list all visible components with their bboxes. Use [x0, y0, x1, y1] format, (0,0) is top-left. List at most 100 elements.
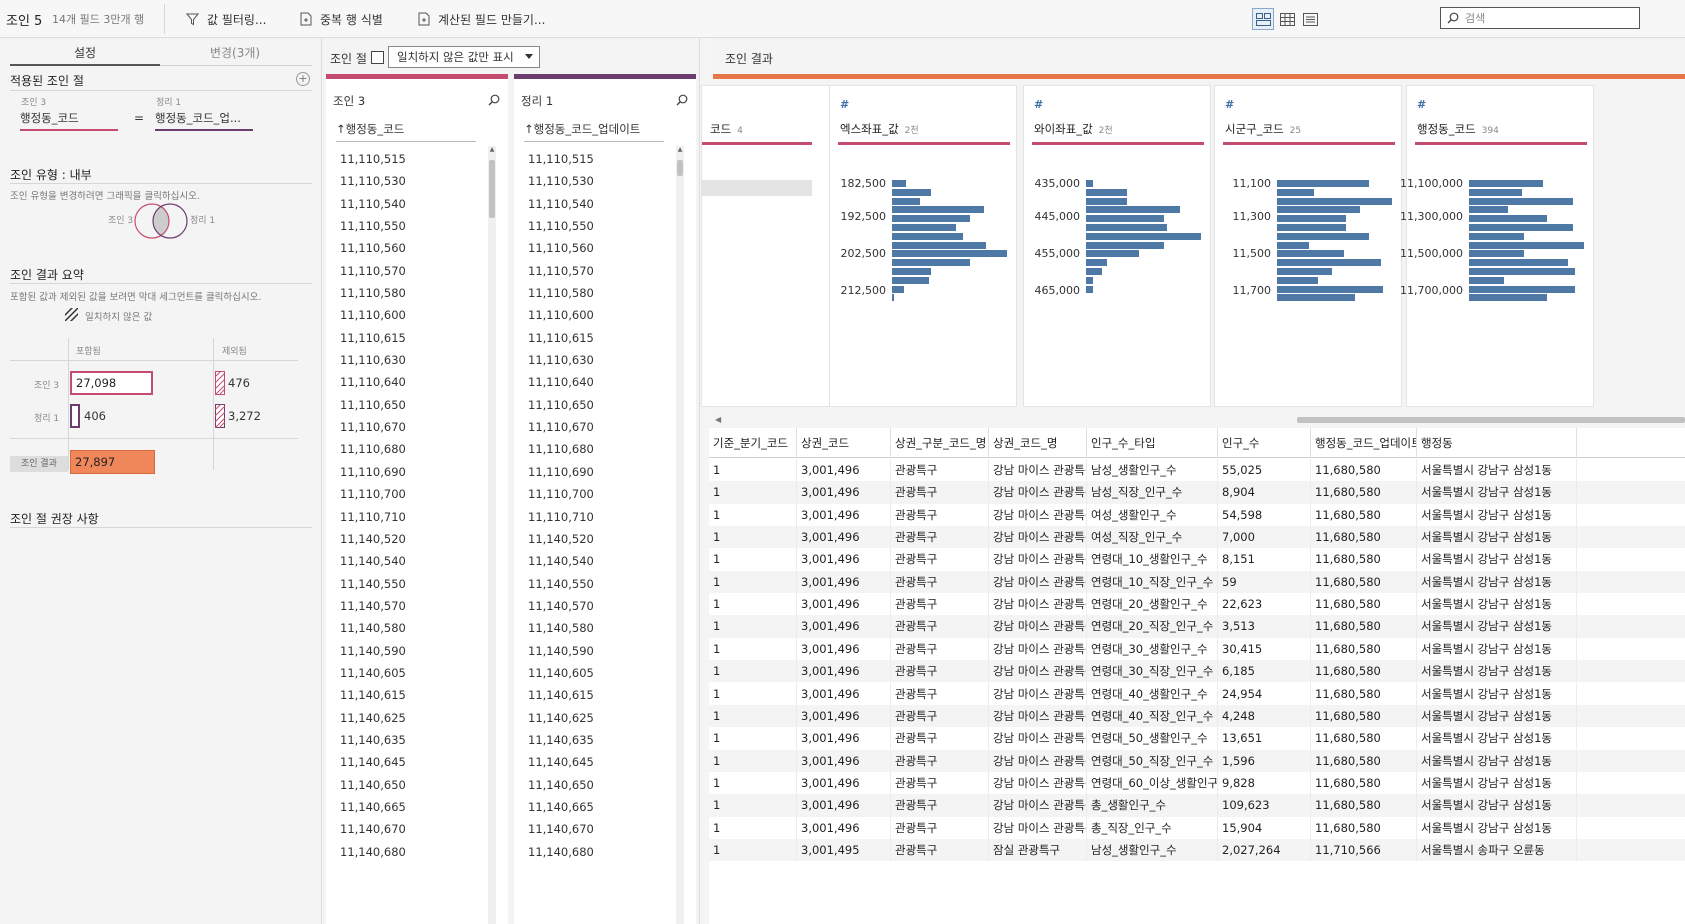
histogram-bar[interactable] — [1469, 215, 1548, 223]
table-cell[interactable]: 11,680,580 — [1311, 593, 1417, 616]
list-item[interactable]: 11,110,600 — [528, 304, 594, 326]
table-cell[interactable]: 서울특별시 강남구 삼성1동 — [1417, 503, 1577, 526]
table-row[interactable]: 1 3,001,496 관광특구 강남 마이스 관광특구 총_생활인구_수 109,623… — [709, 794, 1685, 817]
list-item[interactable]: 11,140,650 — [340, 774, 406, 796]
histogram-bar[interactable] — [892, 224, 957, 231]
search-icon[interactable] — [488, 94, 500, 106]
histogram-bar[interactable] — [1277, 232, 1369, 240]
table-cell[interactable]: 1 — [709, 771, 797, 794]
histogram-bar[interactable] — [1086, 232, 1201, 240]
list-item[interactable]: 11,110,515 — [340, 148, 406, 170]
table-cell[interactable]: 서울특별시 강남구 삼성1동 — [1417, 570, 1577, 593]
table-cell[interactable]: 11,680,580 — [1311, 749, 1417, 772]
histogram-bar[interactable] — [1277, 224, 1346, 231]
table-cell[interactable]: 1 — [709, 570, 797, 593]
list-item[interactable]: 11,110,690 — [528, 461, 594, 483]
list-item[interactable]: 11,110,630 — [528, 349, 594, 371]
table-cell[interactable]: 3,001,496 — [797, 481, 891, 504]
histogram-bar[interactable] — [1469, 180, 1543, 187]
list-item[interactable]: 11,110,710 — [528, 506, 594, 528]
table-cell[interactable]: 3,001,496 — [797, 503, 891, 526]
list-item[interactable]: 11,110,670 — [528, 416, 594, 438]
column-header[interactable]: 인구_수 — [1218, 428, 1311, 458]
table-row[interactable]: 1 3,001,496 관광특구 강남 마이스 관광특구 여성_직장_인구_수 7,000… — [709, 526, 1685, 549]
table-cell[interactable]: 11,680,580 — [1311, 481, 1417, 504]
list-item[interactable]: 11,110,530 — [528, 170, 594, 192]
histogram-bar[interactable] — [1277, 285, 1383, 293]
histogram-bar[interactable] — [1277, 188, 1314, 196]
table-cell[interactable]: 11,680,580 — [1311, 570, 1417, 593]
list-item[interactable]: 11,140,580 — [340, 617, 406, 639]
table-cell[interactable]: 서울특별시 강남구 삼성1동 — [1417, 481, 1577, 504]
list-item[interactable]: 11,140,520 — [340, 528, 406, 550]
profile-value-bar[interactable] — [702, 180, 812, 196]
list-item[interactable]: 11,140,645 — [340, 751, 406, 773]
table-cell[interactable]: 서울특별시 강남구 삼성1동 — [1417, 526, 1577, 549]
table-cell[interactable]: 강남 마이스 관광특구 — [989, 771, 1087, 794]
list-item[interactable]: 11,110,550 — [528, 215, 594, 237]
histogram-bar[interactable] — [1277, 206, 1360, 214]
table-cell[interactable]: 8,151 — [1218, 548, 1311, 571]
list-item[interactable]: 11,140,590 — [528, 640, 594, 662]
table-cell[interactable]: 1 — [709, 526, 797, 549]
show-unmatched-checkbox[interactable] — [371, 51, 384, 64]
table-cell[interactable]: 1 — [709, 794, 797, 817]
table-cell[interactable]: 3,001,496 — [797, 794, 891, 817]
list-item[interactable]: 11,140,570 — [528, 595, 594, 617]
table-cell[interactable]: 4,248 — [1218, 704, 1311, 727]
histogram-bar[interactable] — [1277, 215, 1346, 223]
table-cell[interactable]: 관광특구 — [891, 548, 989, 571]
table-cell[interactable]: 강남 마이스 관광특구 — [989, 615, 1087, 638]
list-item[interactable]: 11,140,635 — [340, 729, 406, 751]
table-cell[interactable]: 서울특별시 강남구 삼성1동 — [1417, 771, 1577, 794]
list-item[interactable]: 11,110,650 — [528, 394, 594, 416]
table-cell[interactable]: 11,680,580 — [1311, 816, 1417, 839]
table-cell[interactable]: 강남 마이스 관광특구 — [989, 481, 1087, 504]
table-cell[interactable]: 11,710,566 — [1311, 838, 1417, 861]
table-cell[interactable]: 관광특구 — [891, 816, 989, 839]
histogram-bar[interactable] — [1469, 224, 1573, 231]
table-cell[interactable]: 강남 마이스 관광특구 — [989, 816, 1087, 839]
table-cell[interactable]: 서울특별시 강남구 삼성1동 — [1417, 704, 1577, 727]
table-cell[interactable]: 강남 마이스 관광특구 — [989, 503, 1087, 526]
table-cell[interactable]: 1 — [709, 682, 797, 705]
table-cell[interactable]: 9,828 — [1218, 771, 1311, 794]
table-cell[interactable]: 6,185 — [1218, 660, 1311, 683]
list-item[interactable]: 11,110,700 — [340, 483, 406, 505]
table-cell[interactable]: 서울특별시 강남구 삼성1동 — [1417, 682, 1577, 705]
table-cell[interactable]: 강남 마이스 관광특구 — [989, 459, 1087, 481]
table-cell[interactable]: 강남 마이스 관광특구 — [989, 570, 1087, 593]
table-cell[interactable]: 3,001,496 — [797, 615, 891, 638]
column-header[interactable]: 행정동_코드_업데이트 — [1311, 428, 1417, 458]
profile-card[interactable]: # 시군구_코드 25 11,100 11,300 11,500 11,700 — [1214, 85, 1402, 407]
table-cell[interactable]: 강남 마이스 관광특구 — [989, 637, 1087, 660]
table-cell[interactable]: 서울특별시 강남구 삼성1동 — [1417, 660, 1577, 683]
table-row[interactable]: 1 3,001,496 관광특구 강남 마이스 관광특구 여성_생활인구_수 54,598… — [709, 503, 1685, 526]
histogram-bar[interactable] — [1469, 285, 1575, 293]
list-item[interactable]: 11,110,615 — [340, 327, 406, 349]
list-item[interactable]: 11,110,570 — [340, 260, 406, 282]
histogram-bar[interactable] — [1469, 250, 1525, 258]
table-cell[interactable]: 여성_직장_인구_수 — [1087, 526, 1218, 549]
table-cell[interactable]: 연령대_20_생활인구_수 — [1087, 593, 1218, 616]
table-cell[interactable]: 강남 마이스 관광특구 — [989, 794, 1087, 817]
table-cell[interactable]: 강남 마이스 관광특구 — [989, 593, 1087, 616]
table-cell[interactable]: 연령대_50_생활인구_수 — [1087, 727, 1218, 750]
histogram-bar[interactable] — [1277, 241, 1310, 249]
column-header[interactable]: 상권_코드_명 — [989, 428, 1087, 458]
list-item[interactable]: 11,140,615 — [340, 684, 406, 706]
table-cell[interactable]: 3,001,496 — [797, 816, 891, 839]
table-cell[interactable]: 22,623 — [1218, 593, 1311, 616]
table-cell[interactable]: 관광특구 — [891, 503, 989, 526]
table-cell[interactable]: 총_직장_인구_수 — [1087, 816, 1218, 839]
scroll-up-icon[interactable]: ▲ — [488, 146, 496, 156]
table-row[interactable]: 1 3,001,496 관광특구 강남 마이스 관광특구 연령대_50_직장_인구_수 1… — [709, 749, 1685, 772]
table-cell[interactable]: 1 — [709, 548, 797, 571]
table-cell[interactable]: 11,680,580 — [1311, 704, 1417, 727]
table-cell[interactable]: 서울특별시 강남구 삼성1동 — [1417, 593, 1577, 616]
view-list-button[interactable] — [1299, 8, 1321, 30]
scroll-left-icon[interactable]: ◀ — [715, 415, 721, 424]
table-row[interactable]: 1 3,001,496 관광특구 강남 마이스 관광특구 연령대_40_생활인구_수 24… — [709, 682, 1685, 705]
table-cell[interactable]: 3,001,496 — [797, 704, 891, 727]
table-cell[interactable]: 1 — [709, 816, 797, 839]
